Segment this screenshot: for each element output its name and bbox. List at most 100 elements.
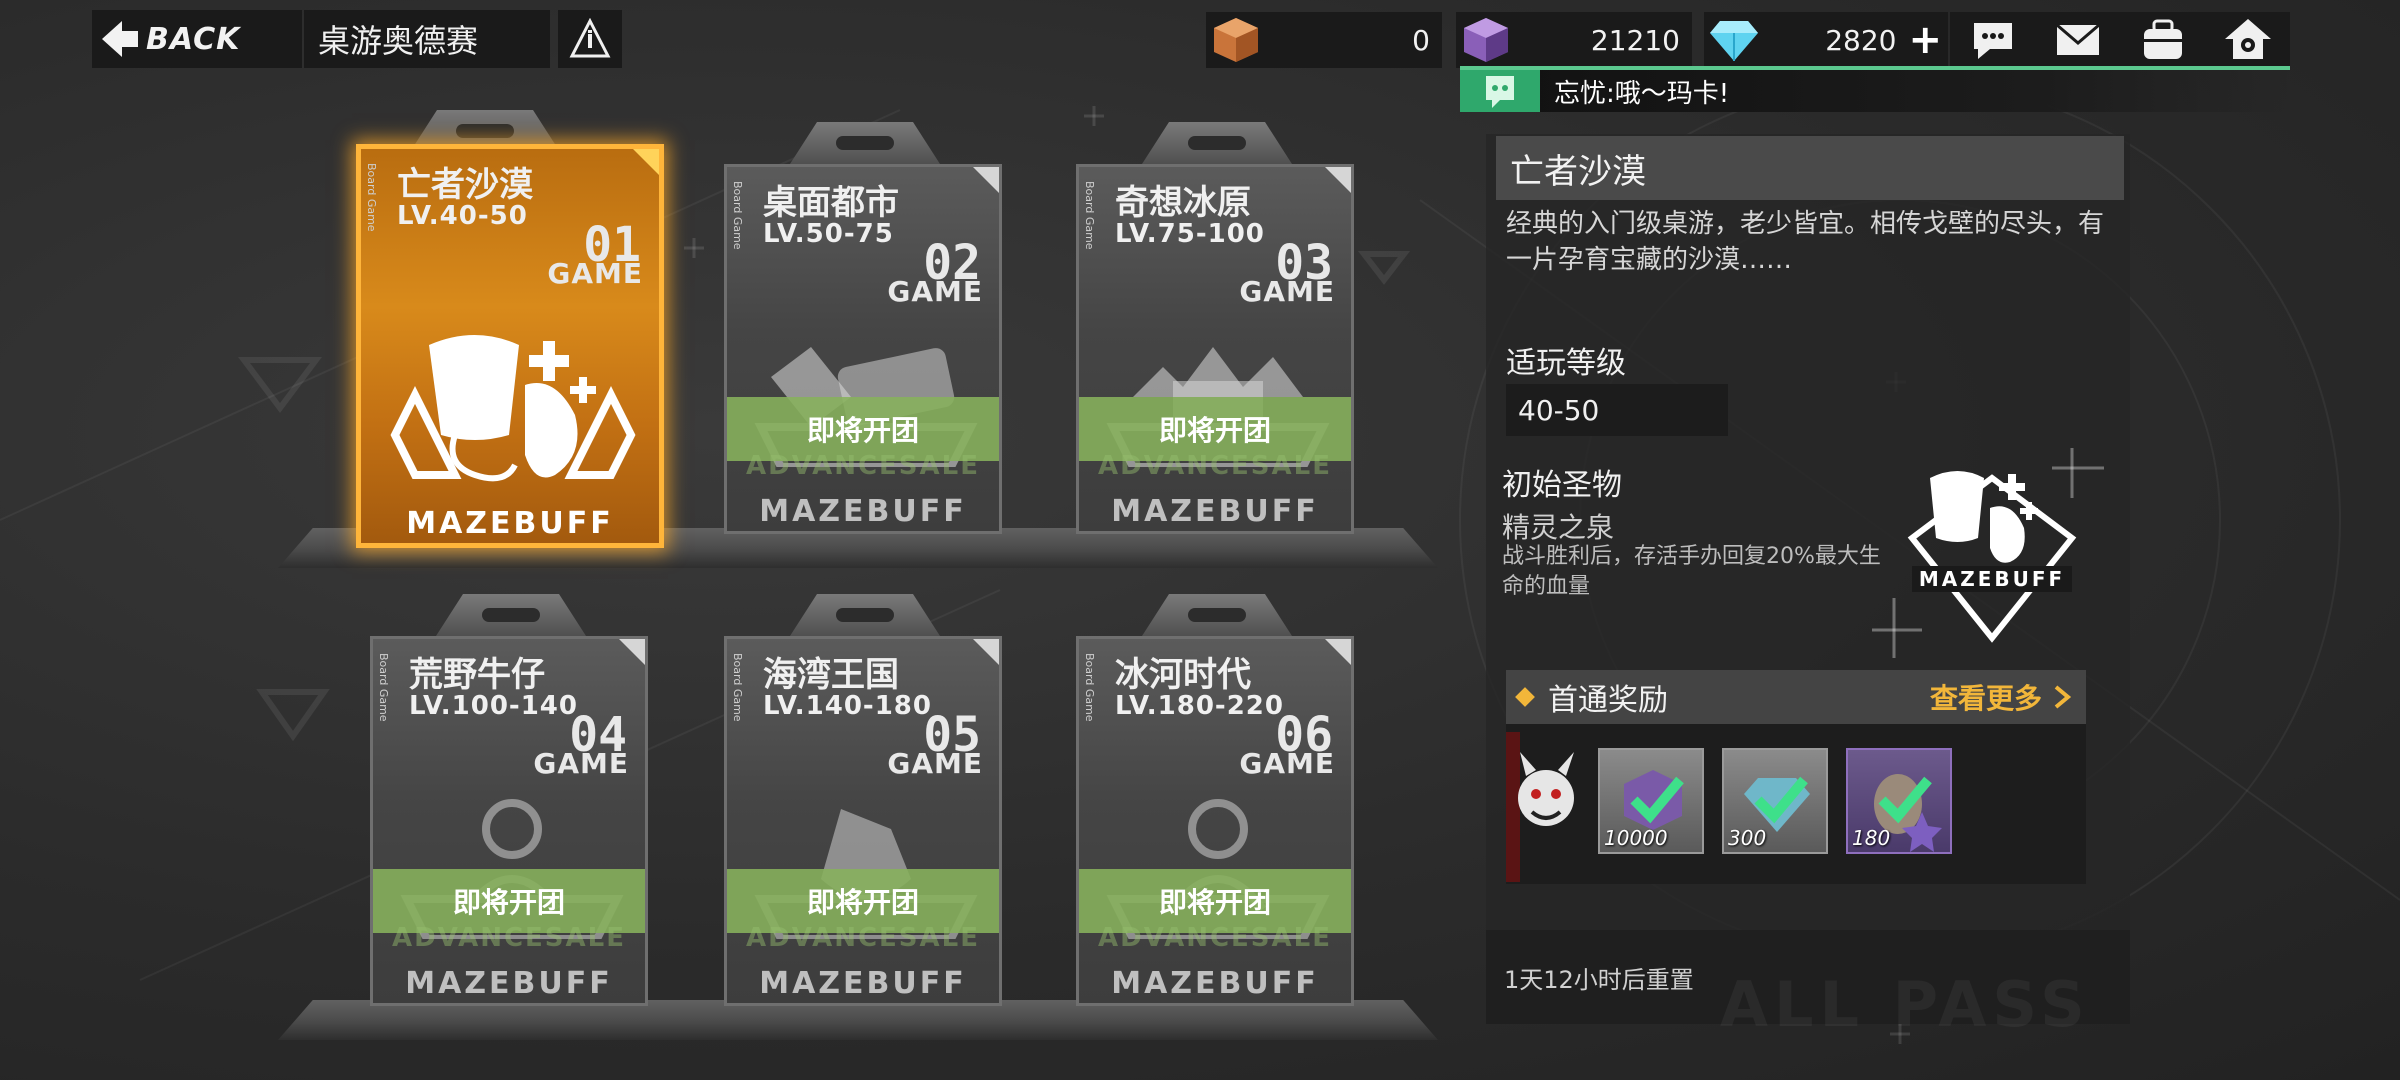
reward-qty: 180 [1852,826,1891,850]
reward-item[interactable]: 300 [1722,748,1828,854]
reward-qty: 300 [1728,826,1767,850]
detail-title: 亡者沙漠 [1496,136,2124,200]
card-side-label: Board Game [1083,181,1096,250]
chat-channel-badge [1460,70,1540,112]
add-currency-button[interactable]: + [1908,20,1942,60]
card-corner [1325,167,1351,193]
chat-ticker[interactable]: 忘忧:哦～玛卡! [1460,70,2290,112]
relic-description: 战斗胜利后，存活手办回复20%最大生命的血量 [1502,544,1881,599]
card-game-label: GAME [533,747,629,780]
page-title: 桌游奥德赛 [304,10,550,68]
card-side-label: Board Game [731,181,744,250]
game-card-6[interactable]: Board Game 冰河时代 LV.180-220 06 GAME 即将开团 … [1076,636,1354,1006]
game-card-5[interactable]: Board Game 海湾王国 LV.140-180 05 GAME 即将开团 … [724,636,1002,1006]
info-button[interactable] [558,10,622,68]
card-name: 海湾王国 [763,655,899,695]
advance-sale-strip: ADVANCESALE [392,923,626,953]
card-brand: MAZEBUFF [759,966,967,1001]
card-level: LV.140-180 [763,691,932,721]
backpack-icon[interactable] [2136,13,2190,67]
ghost-icon [1486,76,1514,108]
purple-cube-icon [1464,18,1508,62]
card-level: LV.100-140 [409,691,578,721]
card-level: LV.40-50 [397,201,528,231]
orange-cube-icon [1214,18,1258,62]
currency-amount: 2820 [1825,23,1897,57]
card-side-label: Board Game [1083,653,1096,722]
card-side-label: Board Game [731,653,744,722]
card-corner [1325,639,1351,665]
see-more-label: 查看更多 [1929,682,2042,715]
card-hanger [790,122,940,164]
card-brand: MAZEBUFF [759,494,967,529]
relic-label: 初始圣物 [1502,468,1622,503]
card-brand: MAZEBUFF [405,966,613,1001]
relic-brand: MAZEBUFF [1919,567,2065,591]
detail-description: 经典的入门级桌游，老少皆宜。相传戈壁的尽头，有一片孕育宝藏的沙漠…… [1506,209,2105,275]
relic-fountain-icon[interactable]: MAZEBUFF [1872,438,2112,658]
shelf-bottom [278,1000,1438,1040]
advance-sale-strip: ADVANCESALE [1098,923,1332,953]
card-brand: MAZEBUFF [1111,966,1319,1001]
currency-purple-cube[interactable]: 21210 [1456,12,1692,68]
level-value: 40-50 [1506,384,1728,436]
reward-qty: 10000 [1604,826,1668,850]
card-game-label: GAME [1239,747,1335,780]
first-clear-reward-header: 首通奖励 查看更多 [1506,670,2086,724]
card-name: 亡者沙漠 [397,165,533,205]
card-name: 冰河时代 [1115,655,1251,695]
card-name: 桌面都市 [763,183,899,223]
reward-item[interactable]: 10000 [1598,748,1704,854]
card-hanger [1142,122,1292,164]
card-corner [633,149,659,175]
card-level: LV.50-75 [763,219,894,249]
info-icon [569,18,611,58]
back-arrow-icon [102,21,138,57]
back-button[interactable]: BACK [92,10,302,68]
card-hanger [436,594,586,636]
currency-amount: 21210 [1590,23,1680,57]
advance-sale-strip: ADVANCESALE [746,923,980,953]
see-more-button[interactable]: 查看更多 [1930,677,2074,717]
level-label: 适玩等级 [1506,346,1626,381]
currency-diamond[interactable]: 2820 + [1704,12,1948,68]
advance-sale-strip: ADVANCESALE [746,451,980,481]
card-brand: MAZEBUFF [406,506,614,541]
advance-sale-strip: ADVANCESALE [1098,451,1332,481]
card-corner [619,639,645,665]
chevron-right-icon [2054,685,2072,709]
reset-timer-text: 1天12小时后重置 [1504,965,1694,994]
game-card-4[interactable]: Board Game 荒野牛仔 LV.100-140 04 GAME 即将开团 … [370,636,648,1006]
reward-label: 首通奖励 [1548,683,1668,718]
back-label: BACK [146,21,241,57]
card-corner [973,639,999,665]
home-icon[interactable] [2221,13,2275,67]
spirit-fountain-icon [390,335,636,482]
card-level: LV.75-100 [1115,219,1265,249]
card-brand: MAZEBUFF [1111,494,1319,529]
card-name: 荒野牛仔 [409,655,545,695]
card-side-label: Board Game [377,653,390,722]
card-game-label: GAME [547,257,643,290]
all-pass-watermark: ALL PASS [1720,968,2091,1041]
chat-message: 忘忧:哦～玛卡! [1554,78,1730,109]
currency-orange-cube[interactable]: 0 [1206,12,1442,68]
diamond-bullet-icon [1515,687,1535,707]
card-game-label: GAME [887,747,983,780]
chat-bubble-icon[interactable] [1966,13,2020,67]
card-hanger [790,594,940,636]
currency-amount: 0 [1412,23,1430,57]
card-hanger [1142,594,1292,636]
reward-item[interactable]: 180 [1846,748,1952,854]
relic-name: 精灵之泉 [1502,511,1615,544]
diamond-icon [1710,21,1758,61]
card-corner [973,167,999,193]
game-card-1[interactable]: Board Game 亡者沙漠 LV.40-50 01 GAME MAZEBUF… [356,144,664,548]
game-card-3[interactable]: Board Game 奇想冰原 LV.75-100 03 GAME 即将开团 A… [1076,164,1354,534]
card-name: 奇想冰原 [1115,183,1251,223]
card-level: LV.180-220 [1115,691,1284,721]
card-game-label: GAME [1239,275,1335,308]
game-card-2[interactable]: Board Game 桌面都市 LV.50-75 02 GAME 即将开团 AD… [724,164,1002,534]
card-game-label: GAME [887,275,983,308]
mail-icon[interactable] [2051,13,2105,67]
